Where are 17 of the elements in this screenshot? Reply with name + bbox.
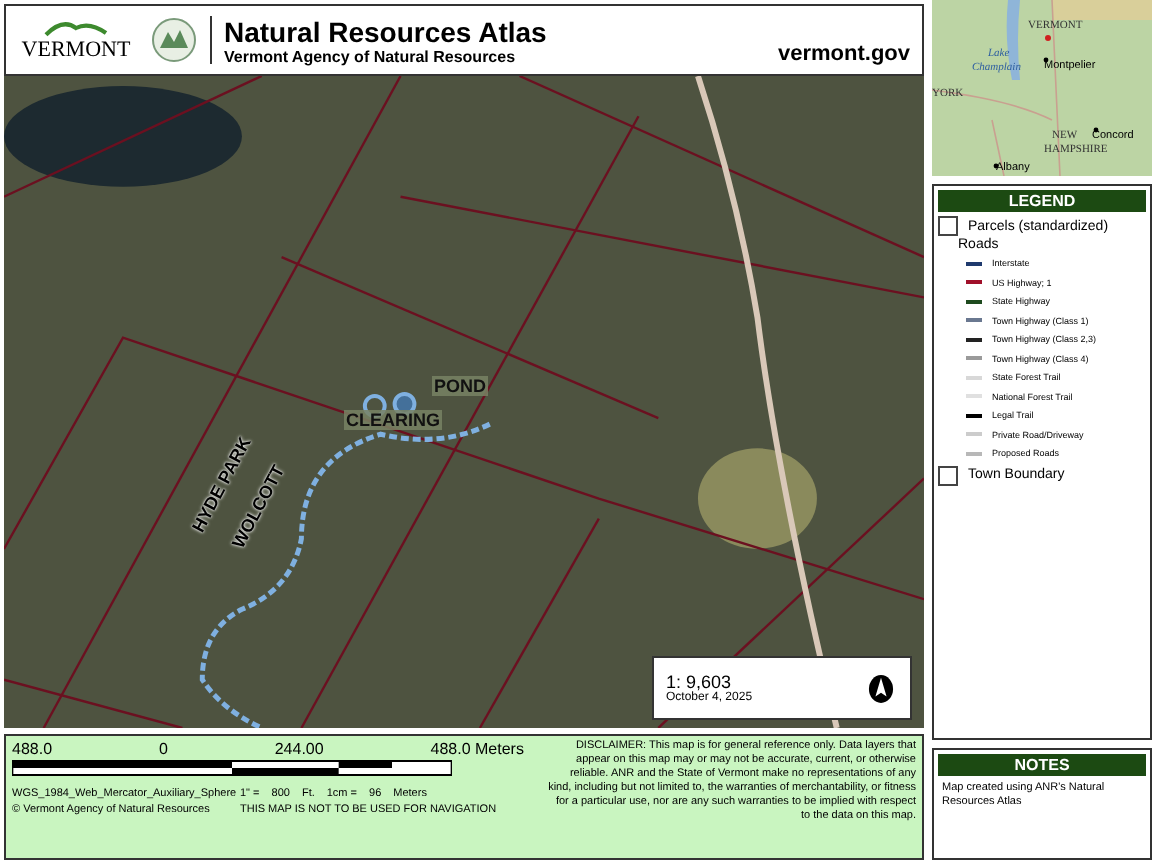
map-label: POND: [432, 376, 489, 396]
legend-box-icon: [938, 465, 958, 485]
notes-title: NOTES: [938, 754, 1146, 776]
logo-text: VERMONT: [21, 38, 131, 62]
map-label: CLEARING: [344, 410, 442, 430]
scale-tick-label: 0: [158, 740, 168, 758]
scale-ratio: 1: 9,603: [666, 672, 732, 692]
seal-icon: [150, 16, 212, 64]
scale-tick-label: 244.00: [274, 740, 324, 758]
mountain-logo-icon: [40, 18, 112, 38]
scale-tick-label: 488.0: [12, 740, 53, 758]
legend-box-icon: [938, 216, 958, 236]
legend-title: LEGEND: [938, 190, 1146, 212]
agency-name: Vermont Agency of Natural Resources: [224, 47, 518, 65]
scale-tick-label: 488.0 Meters: [430, 740, 524, 758]
site-link[interactable]: vermont.gov: [777, 42, 910, 66]
atlas-title: Natural Resources Atlas: [224, 15, 549, 47]
